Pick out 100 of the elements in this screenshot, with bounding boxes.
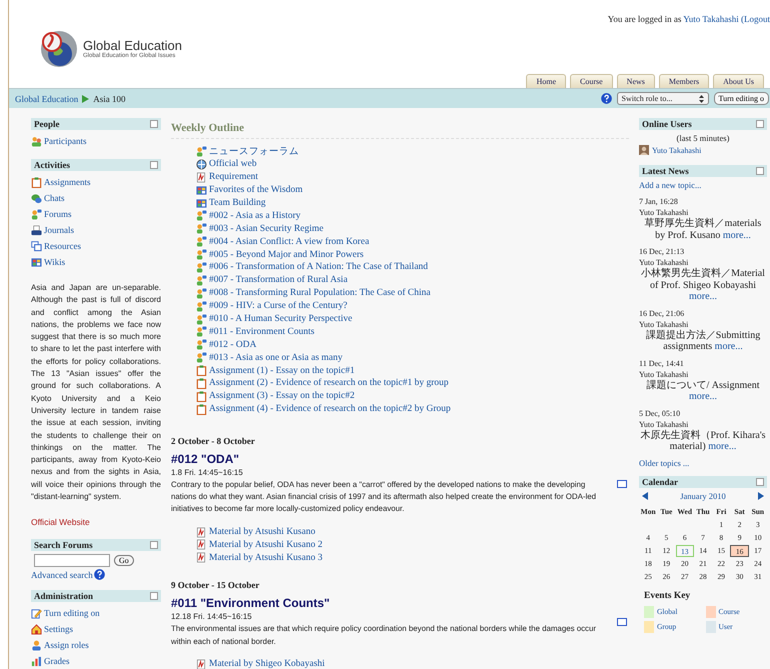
highlight-toggle[interactable] [617,618,627,626]
username-link[interactable]: Yuto Takahashi [652,146,702,154]
collapse-icon[interactable] [150,592,158,600]
material-link[interactable]: Material by Shigeo Kobayashi [209,659,325,669]
site-title: Global Education [83,38,182,52]
nav-tab[interactable]: News [616,74,655,88]
document-icon [196,552,207,564]
activity-link[interactable]: #008 - Transforming Rural Population: The Case of China [209,288,430,298]
older-topics-link[interactable]: Older topics ... [639,458,767,468]
activity-link[interactable]: Assignment (1) - Essay on the topic#1 [209,366,355,376]
chart-icon [31,656,42,667]
news-author: Yuto Takahashi [639,257,690,268]
people-icon [196,352,207,364]
activity-link[interactable]: #010 - A Human Security Perspective [209,314,352,324]
turn-editing-button[interactable]: Turn editing o [714,92,769,105]
nav-tab[interactable]: Home [526,74,566,88]
grid-icon [196,184,207,196]
block-link[interactable]: Wikis [44,257,66,267]
add-topic-link[interactable]: Add a new topic... [639,180,767,190]
more-link[interactable]: more... [688,291,718,302]
collapse-icon[interactable] [150,120,158,128]
nav-tab[interactable]: Members [658,74,710,88]
month-title[interactable]: January 2010 [680,490,726,500]
block-link[interactable]: Resources [44,241,81,251]
activity-link[interactable]: #013 - Asia as one or Asia as many [209,352,343,363]
nav-tab[interactable]: Course [570,74,613,88]
activity-link[interactable]: Favorites of the Wisdom [209,185,303,196]
collapse-icon[interactable] [756,167,764,175]
week-dates: 2 October - 8 October [171,436,256,446]
collapse-icon[interactable] [150,541,158,550]
breadcrumb-link[interactable]: Global Education [15,94,78,104]
people-icon [196,236,207,248]
activity-link[interactable]: Official web [209,159,257,170]
more-link[interactable]: more... [714,341,743,352]
more-link[interactable]: more... [722,230,751,240]
role-select[interactable]: Switch role to... [616,92,708,105]
nav-tab[interactable]: About Us [713,74,764,88]
collapse-icon[interactable] [150,161,158,169]
topic-time: 1.8 Fri. 14:45~16:15 [171,468,244,477]
block-link[interactable]: Forums [44,209,72,219]
block-link[interactable]: Turn editing on [44,608,100,618]
activity-link[interactable]: #005 - Beyond Major and Minor Powers [209,250,364,260]
activity-link[interactable]: ニュースフォーラム [209,144,299,158]
news-author: Yuto Takahashi [639,418,690,430]
activity-link[interactable]: Team Building [209,198,266,208]
activity-link[interactable]: #012 - ODA [209,340,256,350]
activity-link[interactable]: #007 - Transformation of Rural Asia [209,275,348,286]
material-link[interactable]: Material by Atsushi Kusano [209,527,316,538]
highlight-toggle[interactable] [617,480,627,488]
week-dates: 9 October - 15 October [171,580,260,590]
block-link[interactable]: Chats [44,193,65,203]
more-link[interactable]: more... [708,441,736,452]
topic-time: 12.18 Fri. 14:45~16:15 [171,612,253,622]
go-button[interactable]: Go [114,555,134,566]
pencil-icon [31,608,42,619]
block-title: Administration [34,591,94,602]
activity-link[interactable]: #006 - Transformation of A Nation: The Case of Thailand [209,262,428,272]
previous-month-arrow[interactable] [642,492,648,500]
block-title: Latest News [642,166,689,176]
search-field[interactable] [34,554,110,568]
activity-link[interactable]: Assignment (3) - Essay on the topic#2 [209,391,355,402]
advanced-search-link[interactable]: Advanced search [31,570,93,580]
block-link[interactable]: Assign roles [44,640,89,650]
material-link[interactable]: Material by Atsushi Kusano 3 [209,552,322,563]
collapse-icon[interactable] [756,120,764,128]
activity-link[interactable]: #002 - Asia as a History [209,210,301,221]
logout-link[interactable]: (Logout [741,14,770,24]
collapse-icon[interactable] [756,478,764,486]
block-link[interactable]: Journals [44,225,74,235]
news-date: 7 Jan, 16:28 [639,196,679,207]
breadcrumb-current[interactable]: Asia 100 [93,94,126,104]
activity-link[interactable]: #009 - HIV: a Curse of the Century? [209,301,348,312]
events-key-title: Events Key [644,590,692,600]
block-link[interactable]: Settings [44,624,74,634]
course-description: Asia and Japan are un-separable. Although the past is full of discord and conflict among the Asian nations, the problems we face now suggest that there is so much more to share to let the past interfere with the efforts for policy collaborations. The 13 "Asian issues" offer the ground for such collaborations. A Kyoto University and a Keio University lecture in tandem raise the issue at each session, inviting the students to challenge their on thinkings on the matter. The participants, away from Kyoto-Keio nexus and from the sights in Asia, will voice their opinions through the "distant-learning" system. [31,282,161,504]
caret-icon [698,94,704,102]
people-icon [196,300,207,312]
block-link[interactable]: Participants [44,136,86,146]
activity-link[interactable]: #003 - Asian Security Regime [209,224,324,234]
activity-link[interactable]: #004 - Asian Conflict: A view from Korea [209,236,370,247]
activity-link[interactable]: Requirement [209,172,258,182]
block-link[interactable]: Grades [44,656,70,666]
people-icon [196,262,207,273]
block-link[interactable]: Assignments [44,177,91,187]
grid-icon [31,256,42,268]
help-icon[interactable] [600,93,612,104]
news-date: 5 Dec, 05:10 [639,408,682,418]
next-month-arrow[interactable] [758,492,764,500]
official-website-link[interactable]: Official Website [31,517,161,528]
document-icon [196,539,207,550]
more-link[interactable]: more... [688,391,718,402]
material-link[interactable]: Material by Atsushi Kusano 2 [209,540,322,550]
activity-link[interactable]: Assignment (2) - Evidence of research on the topic#1 by group [209,378,449,388]
activity-link[interactable]: #011 - Environment Counts [209,326,314,337]
people-icon [196,146,207,157]
help-icon[interactable] [94,569,105,580]
news-date: 11 Dec, 14:41 [639,358,685,368]
username-link[interactable]: Yuto Takahashi [683,14,739,24]
activity-link[interactable]: Assignment (4) - Evidence of research on the topic#2 by Group [209,404,451,414]
clipboard-icon [196,365,207,376]
